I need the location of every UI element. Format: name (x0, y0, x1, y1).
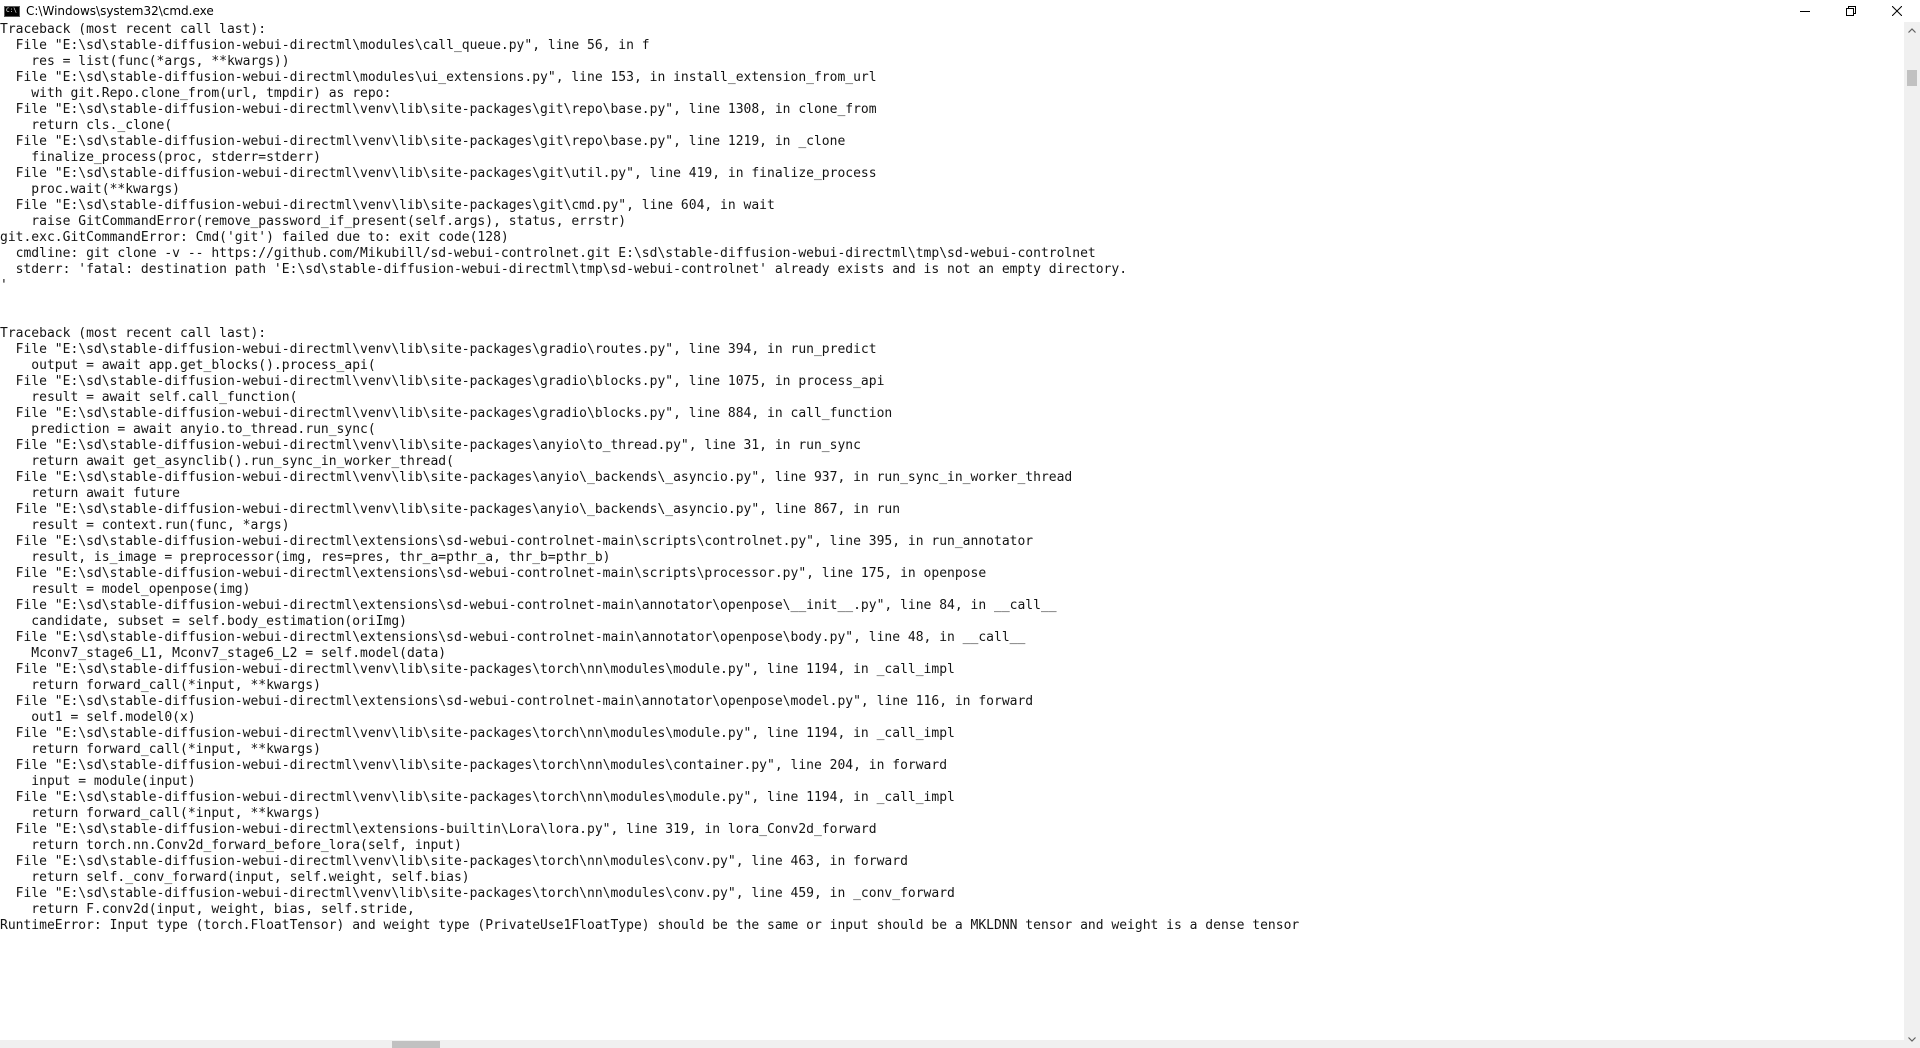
console-line: result = await self.call_function( (0, 390, 298, 405)
console-line: raise GitCommandError(remove_password_if… (0, 214, 627, 229)
console-line: out1 = self.model0(x) (0, 710, 196, 725)
console-line: return forward_call(*input, **kwargs) (0, 678, 321, 693)
console-line: File "E:\sd\stable-diffusion-webui-direc… (0, 726, 955, 741)
vertical-scrollbar[interactable] (1904, 22, 1920, 1048)
console-line: File "E:\sd\stable-diffusion-webui-direc… (0, 758, 948, 773)
console-line: File "E:\sd\stable-diffusion-webui-direc… (0, 198, 775, 213)
console-line: Traceback (most recent call last): (0, 326, 267, 341)
close-icon (1892, 6, 1902, 16)
console-line: File "E:\sd\stable-diffusion-webui-direc… (0, 406, 893, 421)
minimize-button[interactable] (1782, 0, 1828, 22)
horizontal-scroll-thumb[interactable] (392, 1041, 440, 1048)
window-controls (1782, 0, 1920, 22)
console-line: return torch.nn.Conv2d_forward_before_lo… (0, 838, 462, 853)
console-line: ' (0, 278, 8, 293)
console-output[interactable]: Traceback (most recent call last): File … (0, 22, 1904, 1040)
console-line: res = list(func(*args, **kwargs)) (0, 54, 290, 69)
minimize-icon (1800, 11, 1810, 12)
vertical-scroll-thumb[interactable] (1907, 70, 1917, 86)
console-line: result = context.run(func, *args) (0, 518, 290, 533)
console-line: result, is_image = preprocessor(img, res… (0, 550, 611, 565)
console-line: File "E:\sd\stable-diffusion-webui-direc… (0, 470, 1073, 485)
console-line: finalize_process(proc, stderr=stderr) (0, 150, 321, 165)
scroll-up-button[interactable] (1904, 22, 1920, 39)
console-line: File "E:\sd\stable-diffusion-webui-direc… (0, 662, 955, 677)
console-line: File "E:\sd\stable-diffusion-webui-direc… (0, 502, 901, 517)
console-line: File "E:\sd\stable-diffusion-webui-direc… (0, 438, 861, 453)
console-line: File "E:\sd\stable-diffusion-webui-direc… (0, 374, 885, 389)
restore-icon (1846, 6, 1856, 16)
console-line: input = module(input) (0, 774, 196, 789)
console-line: File "E:\sd\stable-diffusion-webui-direc… (0, 102, 877, 117)
console-line: File "E:\sd\stable-diffusion-webui-direc… (0, 790, 955, 805)
console-line: return cls._clone( (0, 118, 173, 133)
console-line: candidate, subset = self.body_estimation… (0, 614, 407, 629)
console-line: return await future (0, 486, 181, 501)
scroll-down-button[interactable] (1904, 1031, 1920, 1048)
console-line: return await get_asynclib().run_sync_in_… (0, 454, 454, 469)
console-line: with git.Repo.clone_from(url, tmpdir) as… (0, 86, 392, 101)
console-line: Mconv7_stage6_L1, Mconv7_stage6_L2 = sel… (0, 646, 447, 661)
console-line: File "E:\sd\stable-diffusion-webui-direc… (0, 342, 877, 357)
console-line: return F.conv2d(input, weight, bias, sel… (0, 902, 415, 917)
console-line: File "E:\sd\stable-diffusion-webui-direc… (0, 886, 955, 901)
console-line: result = model_openpose(img) (0, 582, 251, 597)
console-line: proc.wait(**kwargs) (0, 182, 181, 197)
chevron-up-icon (1908, 28, 1916, 33)
console-line: File "E:\sd\stable-diffusion-webui-direc… (0, 630, 1026, 645)
console-line: output = await app.get_blocks().process_… (0, 358, 376, 373)
console-line: File "E:\sd\stable-diffusion-webui-direc… (0, 854, 908, 869)
console-line: File "E:\sd\stable-diffusion-webui-direc… (0, 38, 650, 53)
console-line: RuntimeError: Input type (torch.FloatTen… (0, 918, 1300, 933)
console-line: cmdline: git clone -v -- https://github.… (0, 246, 1096, 261)
console-line: File "E:\sd\stable-diffusion-webui-direc… (0, 694, 1034, 709)
title-bar[interactable]: C:\Windows\system32\cmd.exe (0, 0, 1920, 22)
console-line: return forward_call(*input, **kwargs) (0, 742, 321, 757)
console-line: File "E:\sd\stable-diffusion-webui-direc… (0, 566, 987, 581)
window-title: C:\Windows\system32\cmd.exe (26, 4, 214, 18)
console-line: File "E:\sd\stable-diffusion-webui-direc… (0, 70, 877, 85)
console-line: File "E:\sd\stable-diffusion-webui-direc… (0, 598, 1057, 613)
chevron-down-icon (1908, 1037, 1916, 1042)
cmd-app-icon[interactable] (4, 5, 20, 17)
console-line: File "E:\sd\stable-diffusion-webui-direc… (0, 166, 877, 181)
console-line: Traceback (most recent call last): (0, 22, 267, 37)
console-line: File "E:\sd\stable-diffusion-webui-direc… (0, 134, 846, 149)
console-line: File "E:\sd\stable-diffusion-webui-direc… (0, 822, 877, 837)
console-line: File "E:\sd\stable-diffusion-webui-direc… (0, 534, 1034, 549)
horizontal-scrollbar[interactable] (0, 1040, 1904, 1048)
console-line: prediction = await anyio.to_thread.run_s… (0, 422, 376, 437)
restore-button[interactable] (1828, 0, 1874, 22)
console-line: return forward_call(*input, **kwargs) (0, 806, 321, 821)
console-line: git.exc.GitCommandError: Cmd('git') fail… (0, 230, 509, 245)
console-line: stderr: 'fatal: destination path 'E:\sd\… (0, 262, 1128, 277)
console-line: return self._conv_forward(input, self.we… (0, 870, 470, 885)
close-button[interactable] (1874, 0, 1920, 22)
console-text: Traceback (most recent call last): File … (0, 22, 1299, 934)
cmd-window: C:\Windows\system32\cmd.exe (0, 0, 1920, 1048)
